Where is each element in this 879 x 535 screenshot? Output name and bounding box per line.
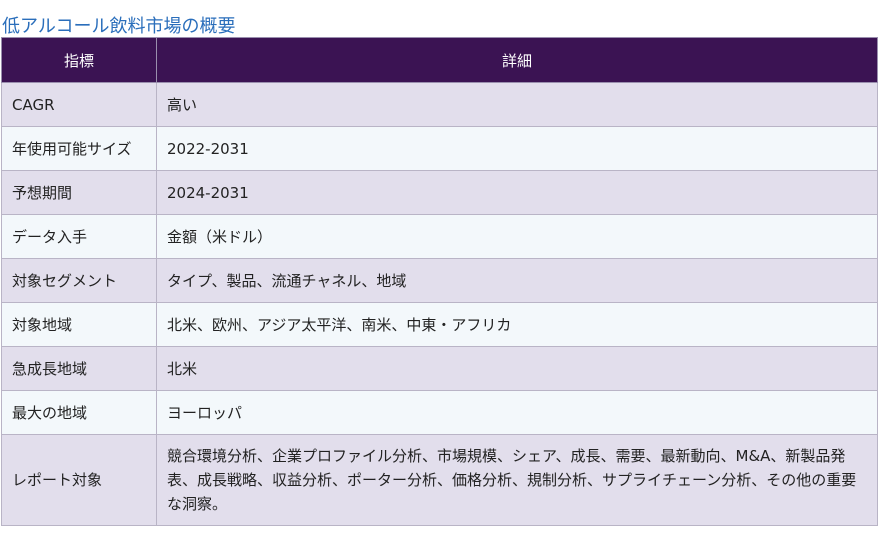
table-row: 最大の地域 ヨーロッパ xyxy=(1,390,878,435)
row-value: ヨーロッパ xyxy=(156,390,878,435)
row-value: 2024-2031 xyxy=(156,170,878,215)
column-header-metric: 指標 xyxy=(1,37,157,83)
table-row: レポート対象 競合環境分析、企業プロファイル分析、市場規模、シェア、成長、需要、… xyxy=(1,434,878,526)
row-label: 急成長地域 xyxy=(1,346,157,391)
table-row: 予想期間 2024-2031 xyxy=(1,170,878,215)
row-label: 最大の地域 xyxy=(1,390,157,435)
row-label: 対象セグメント xyxy=(1,258,157,303)
row-value: 高い xyxy=(156,82,878,127)
row-value: 北米、欧州、アジア太平洋、南米、中東・アフリカ xyxy=(156,302,878,347)
row-value: 金額（米ドル） xyxy=(156,214,878,259)
row-label: 対象地域 xyxy=(1,302,157,347)
row-value: 北米 xyxy=(156,346,878,391)
row-value: 2022-2031 xyxy=(156,126,878,171)
row-value: 競合環境分析、企業プロファイル分析、市場規模、シェア、成長、需要、最新動向、M&… xyxy=(156,434,878,526)
table-row: 対象セグメント タイプ、製品、流通チャネル、地域 xyxy=(1,258,878,303)
row-label: 年使用可能サイズ xyxy=(1,126,157,171)
row-label: CAGR xyxy=(1,82,157,127)
row-value: タイプ、製品、流通チャネル、地域 xyxy=(156,258,878,303)
table-row: 対象地域 北米、欧州、アジア太平洋、南米、中東・アフリカ xyxy=(1,302,878,347)
row-label: 予想期間 xyxy=(1,170,157,215)
table-row: データ入手 金額（米ドル） xyxy=(1,214,878,259)
table-row: 年使用可能サイズ 2022-2031 xyxy=(1,126,878,171)
table-row: 急成長地域 北米 xyxy=(1,346,878,391)
table-row: CAGR 高い xyxy=(1,82,878,127)
row-label: データ入手 xyxy=(1,214,157,259)
row-label: レポート対象 xyxy=(1,434,157,526)
table-header-row: 指標 詳細 xyxy=(1,37,878,83)
market-overview-table: 指標 詳細 CAGR 高い 年使用可能サイズ 2022-2031 予想期間 20… xyxy=(1,37,878,526)
column-header-details: 詳細 xyxy=(156,37,878,83)
